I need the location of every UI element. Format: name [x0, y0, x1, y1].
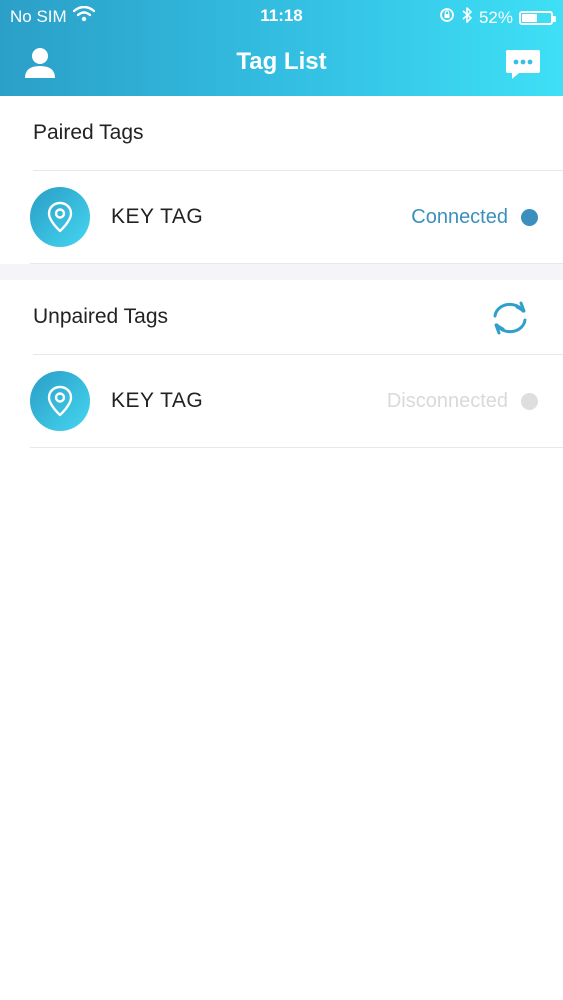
messages-button[interactable] — [505, 46, 541, 82]
status-right: 52% — [439, 6, 556, 29]
battery-icon — [519, 10, 556, 25]
location-pin-icon — [47, 385, 73, 417]
rotation-lock-icon — [439, 7, 455, 28]
tag-status: Disconnected — [386, 390, 508, 412]
unpaired-tag-row[interactable]: KEY TAG Disconnected — [30, 355, 563, 448]
paired-tags-title: Paired Tags — [33, 121, 144, 144]
battery-fill — [522, 13, 537, 22]
status-dot — [521, 209, 538, 226]
paired-tags-header: Paired Tags — [33, 96, 563, 171]
nav-bar: Tag List — [0, 32, 563, 96]
status-dot — [521, 393, 538, 410]
status-bar: No SIM 11:18 52% — [0, 0, 563, 32]
chat-icon — [506, 50, 540, 79]
battery-percent: 52% — [478, 7, 513, 27]
bluetooth-icon — [461, 6, 473, 29]
tag-name: KEY TAG — [111, 205, 204, 228]
refresh-icon — [493, 301, 527, 335]
app-header: No SIM 11:18 52% Tag List — [0, 0, 563, 96]
refresh-button[interactable] — [487, 300, 533, 336]
location-pin-icon — [47, 201, 73, 233]
tag-avatar — [30, 371, 90, 431]
page-title: Tag List — [236, 48, 327, 75]
tag-avatar — [30, 187, 90, 247]
section-divider — [0, 264, 563, 280]
tag-status: Connected — [411, 206, 508, 228]
unpaired-tags-header: Unpaired Tags — [33, 280, 563, 355]
unpaired-tags-title: Unpaired Tags — [33, 305, 169, 328]
paired-tag-row[interactable]: KEY TAG Connected — [30, 171, 563, 264]
tag-name: KEY TAG — [111, 389, 204, 412]
